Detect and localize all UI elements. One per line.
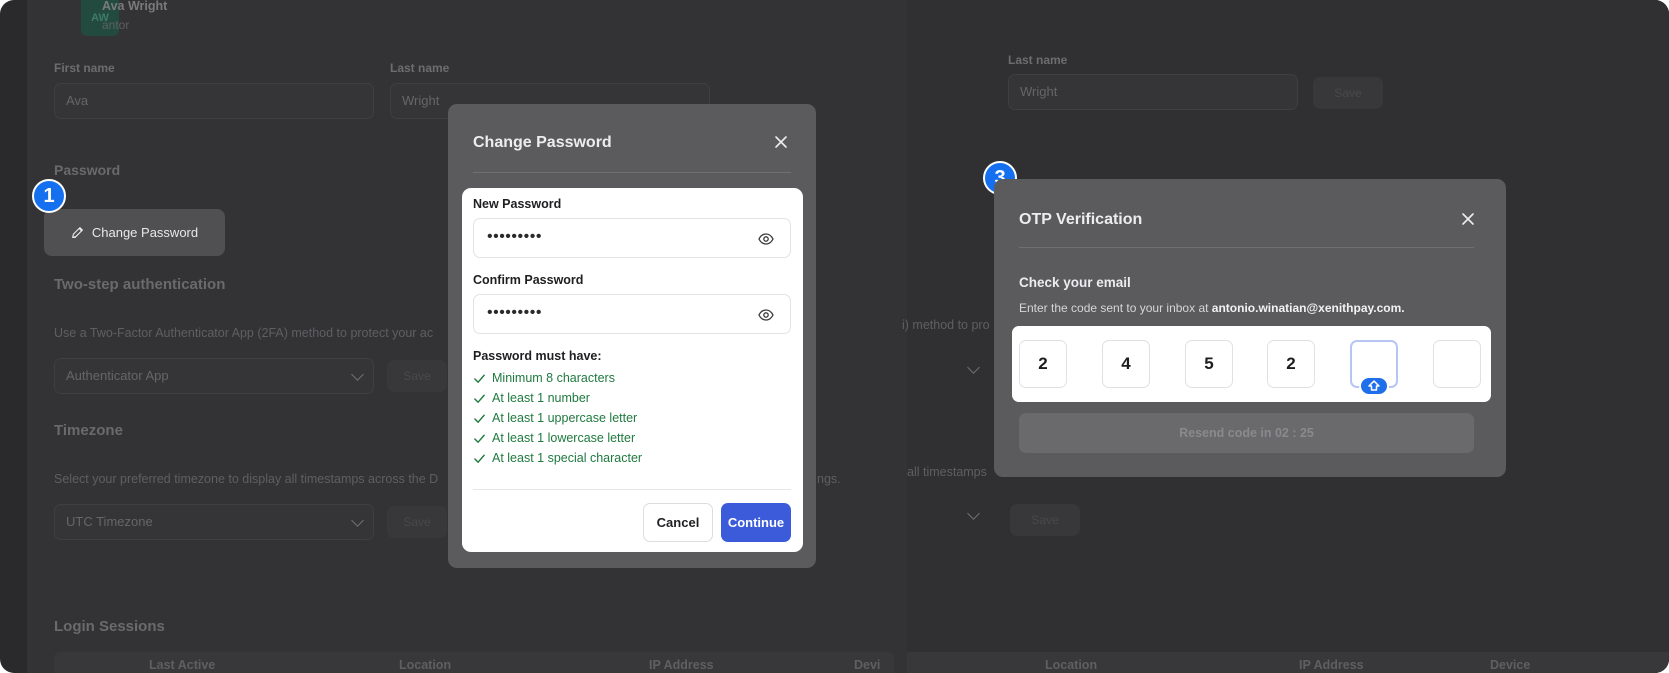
otp-digit-input[interactable]: 4 (1102, 340, 1150, 388)
otp-email: antonio.winatian@xenithpay.com. (1211, 301, 1405, 315)
close-icon[interactable] (1460, 211, 1476, 227)
otp-heading: Check your email (1019, 275, 1131, 290)
col-location-right: Location (1045, 658, 1098, 672)
user-name: Ava Wright (102, 0, 168, 13)
check-icon (474, 454, 485, 463)
requirement-label: At least 1 lowercase letter (492, 431, 636, 445)
otp-digit-input[interactable]: 2 (1019, 340, 1067, 388)
check-icon (474, 414, 485, 423)
modal-divider (1019, 247, 1474, 248)
two-step-heading: Two-step authentication (54, 276, 226, 293)
close-icon[interactable] (773, 134, 789, 150)
check-icon (474, 434, 485, 443)
sessions-table-header-right: Location IP Address Device (907, 652, 1669, 673)
modal-divider (473, 172, 791, 173)
new-password-label: New Password (473, 197, 562, 211)
confirm-password-field[interactable]: ••••••••• (473, 294, 791, 334)
two-step-description: Use a Two-Factor Authenticator App (2FA)… (54, 326, 434, 340)
requirement-label: At least 1 uppercase letter (492, 411, 638, 425)
requirement-label: Minimum 8 characters (492, 371, 615, 385)
pencil-icon (71, 227, 83, 238)
timezone-select[interactable]: UTC Timezone (54, 504, 374, 540)
col-location: Location (399, 658, 452, 672)
otp-subtitle-text: Enter the code sent to your inbox at (1019, 301, 1212, 315)
confirm-password-value: ••••••••• (487, 304, 542, 321)
requirement-item: At least 1 uppercase letter (473, 409, 637, 427)
timezone-description: Select your preferred timezone to displa… (54, 472, 439, 486)
two-step-select[interactable]: Authenticator App (54, 358, 374, 394)
requirements-title: Password must have: (473, 349, 602, 363)
pointer-icon (1368, 380, 1380, 391)
change-password-form-card: New Password ••••••••• Confirm Password … (462, 188, 803, 552)
col-ip-address: IP Address (649, 658, 714, 672)
last-name-right-field[interactable]: Wright (1008, 74, 1298, 110)
requirement-label: At least 1 number (492, 391, 590, 405)
screenshot-frame: AW Ava Wright antor First name Ava Last … (0, 0, 1669, 673)
cursor-badge (1359, 376, 1389, 396)
modal-title: OTP Verification (1019, 211, 1143, 228)
check-icon (474, 374, 485, 383)
login-sessions-heading: Login Sessions (54, 618, 165, 635)
otp-digit-input[interactable] (1433, 340, 1481, 388)
last-name-right-save-button[interactable]: Save (1313, 77, 1383, 109)
timezone-right-save-button[interactable]: Save (1010, 504, 1080, 536)
user-email: antor (102, 18, 130, 32)
otp-digits-card: 2 4 5 2 (1012, 326, 1491, 402)
step-badge-1: 1 (32, 179, 66, 213)
timezone-description-right: all timestamps (907, 465, 987, 479)
first-name-label: First name (54, 61, 115, 75)
last-name-label: Last name (390, 61, 450, 75)
otp-digit-input[interactable]: 2 (1267, 340, 1315, 388)
requirement-item: At least 1 special character (473, 449, 642, 467)
otp-digit-input[interactable]: 5 (1185, 340, 1233, 388)
two-step-select-value: Authenticator App (66, 368, 169, 383)
change-password-button[interactable]: Change Password (44, 209, 225, 256)
timezone-description-tail: ngs. (817, 472, 841, 486)
check-icon (474, 394, 485, 403)
requirement-label: At least 1 special character (492, 451, 643, 465)
col-ip-address-right: IP Address (1299, 658, 1364, 672)
last-name-right-label: Last name (1008, 53, 1068, 67)
change-password-button-label: Change Password (91, 225, 199, 240)
footer-divider (473, 489, 791, 490)
continue-button[interactable]: Continue (721, 503, 791, 542)
new-password-field[interactable]: ••••••••• (473, 218, 791, 258)
requirement-item: Minimum 8 characters (473, 369, 615, 387)
new-password-value: ••••••••• (487, 228, 542, 245)
modal-title: Change Password (473, 134, 612, 151)
col-device: Devi (854, 658, 881, 672)
timezone-save-button[interactable]: Save (387, 506, 447, 538)
password-heading: Password (54, 162, 121, 178)
eye-icon[interactable] (758, 231, 774, 247)
requirement-item: At least 1 lowercase letter (473, 429, 635, 447)
confirm-password-label: Confirm Password (473, 273, 584, 287)
timezone-select-value: UTC Timezone (66, 514, 153, 529)
chevron-down-icon (351, 514, 364, 527)
col-device-right: Device (1490, 658, 1531, 672)
two-step-description-right: i) method to pro (902, 318, 990, 332)
eye-icon[interactable] (758, 307, 774, 323)
resend-code-button[interactable]: Resend code in 02 : 25 (1019, 413, 1474, 453)
sessions-table-header: Last Active Location IP Address Devi (54, 652, 894, 673)
two-step-save-button[interactable]: Save (387, 360, 447, 392)
first-name-field[interactable]: Ava (54, 83, 374, 119)
col-last-active: Last Active (149, 658, 216, 672)
otp-subtitle: Enter the code sent to your inbox at ant… (1019, 301, 1405, 315)
chevron-down-icon (351, 368, 364, 381)
requirement-item: At least 1 number (473, 389, 590, 407)
cancel-button[interactable]: Cancel (643, 503, 713, 542)
timezone-heading: Timezone (54, 422, 123, 439)
